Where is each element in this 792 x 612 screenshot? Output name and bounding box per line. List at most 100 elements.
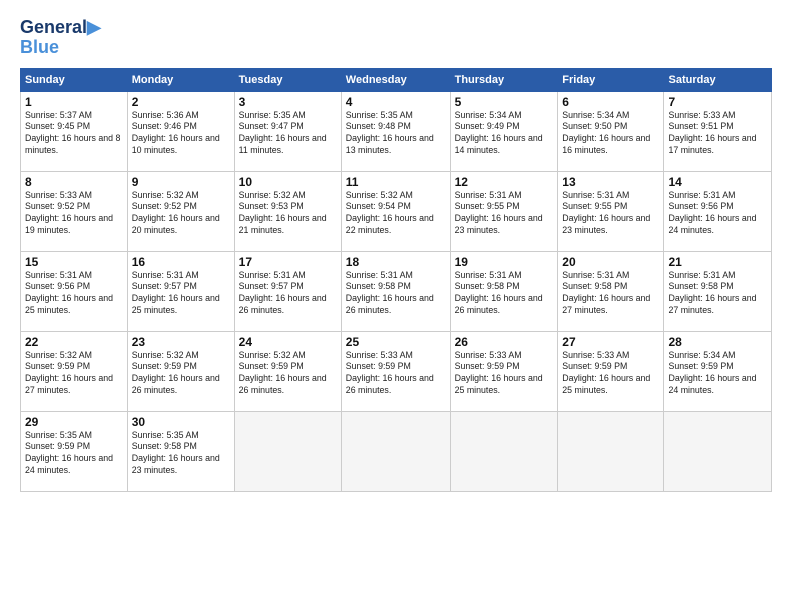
day-info: Sunrise: 5:31 AMSunset: 9:55 PMDaylight:…	[562, 190, 659, 238]
calendar-cell	[234, 411, 341, 491]
day-number: 6	[562, 95, 659, 109]
calendar-week-row: 29Sunrise: 5:35 AMSunset: 9:59 PMDayligh…	[21, 411, 772, 491]
day-info: Sunrise: 5:35 AMSunset: 9:59 PMDaylight:…	[25, 430, 123, 478]
calendar-cell	[450, 411, 558, 491]
day-info: Sunrise: 5:31 AMSunset: 9:58 PMDaylight:…	[346, 270, 446, 318]
day-info: Sunrise: 5:34 AMSunset: 9:50 PMDaylight:…	[562, 110, 659, 158]
day-number: 4	[346, 95, 446, 109]
day-number: 3	[239, 95, 337, 109]
calendar-cell: 23Sunrise: 5:32 AMSunset: 9:59 PMDayligh…	[127, 331, 234, 411]
day-number: 28	[668, 335, 767, 349]
calendar-cell: 7Sunrise: 5:33 AMSunset: 9:51 PMDaylight…	[664, 91, 772, 171]
calendar-cell: 24Sunrise: 5:32 AMSunset: 9:59 PMDayligh…	[234, 331, 341, 411]
calendar-cell	[664, 411, 772, 491]
day-number: 2	[132, 95, 230, 109]
day-info: Sunrise: 5:31 AMSunset: 9:56 PMDaylight:…	[25, 270, 123, 318]
calendar-cell: 15Sunrise: 5:31 AMSunset: 9:56 PMDayligh…	[21, 251, 128, 331]
day-number: 8	[25, 175, 123, 189]
calendar-header-row: SundayMondayTuesdayWednesdayThursdayFrid…	[21, 68, 772, 91]
day-number: 14	[668, 175, 767, 189]
day-number: 25	[346, 335, 446, 349]
day-number: 5	[455, 95, 554, 109]
calendar-week-row: 8Sunrise: 5:33 AMSunset: 9:52 PMDaylight…	[21, 171, 772, 251]
col-header-saturday: Saturday	[664, 68, 772, 91]
calendar-cell: 14Sunrise: 5:31 AMSunset: 9:56 PMDayligh…	[664, 171, 772, 251]
calendar-cell	[558, 411, 664, 491]
day-number: 21	[668, 255, 767, 269]
calendar-cell: 27Sunrise: 5:33 AMSunset: 9:59 PMDayligh…	[558, 331, 664, 411]
day-info: Sunrise: 5:35 AMSunset: 9:47 PMDaylight:…	[239, 110, 337, 158]
day-info: Sunrise: 5:36 AMSunset: 9:46 PMDaylight:…	[132, 110, 230, 158]
calendar-table: SundayMondayTuesdayWednesdayThursdayFrid…	[20, 68, 772, 492]
day-info: Sunrise: 5:33 AMSunset: 9:59 PMDaylight:…	[562, 350, 659, 398]
day-info: Sunrise: 5:33 AMSunset: 9:59 PMDaylight:…	[346, 350, 446, 398]
day-number: 18	[346, 255, 446, 269]
day-number: 10	[239, 175, 337, 189]
calendar-cell: 18Sunrise: 5:31 AMSunset: 9:58 PMDayligh…	[341, 251, 450, 331]
day-info: Sunrise: 5:31 AMSunset: 9:57 PMDaylight:…	[239, 270, 337, 318]
calendar-week-row: 1Sunrise: 5:37 AMSunset: 9:45 PMDaylight…	[21, 91, 772, 171]
day-info: Sunrise: 5:31 AMSunset: 9:58 PMDaylight:…	[668, 270, 767, 318]
day-number: 1	[25, 95, 123, 109]
day-info: Sunrise: 5:31 AMSunset: 9:57 PMDaylight:…	[132, 270, 230, 318]
calendar-cell: 22Sunrise: 5:32 AMSunset: 9:59 PMDayligh…	[21, 331, 128, 411]
calendar-cell: 25Sunrise: 5:33 AMSunset: 9:59 PMDayligh…	[341, 331, 450, 411]
calendar-cell: 19Sunrise: 5:31 AMSunset: 9:58 PMDayligh…	[450, 251, 558, 331]
day-info: Sunrise: 5:31 AMSunset: 9:55 PMDaylight:…	[455, 190, 554, 238]
calendar-cell: 5Sunrise: 5:34 AMSunset: 9:49 PMDaylight…	[450, 91, 558, 171]
day-info: Sunrise: 5:32 AMSunset: 9:59 PMDaylight:…	[132, 350, 230, 398]
calendar-cell: 16Sunrise: 5:31 AMSunset: 9:57 PMDayligh…	[127, 251, 234, 331]
day-info: Sunrise: 5:32 AMSunset: 9:59 PMDaylight:…	[239, 350, 337, 398]
day-info: Sunrise: 5:32 AMSunset: 9:59 PMDaylight:…	[25, 350, 123, 398]
calendar-cell: 17Sunrise: 5:31 AMSunset: 9:57 PMDayligh…	[234, 251, 341, 331]
day-number: 16	[132, 255, 230, 269]
day-number: 15	[25, 255, 123, 269]
day-number: 9	[132, 175, 230, 189]
day-info: Sunrise: 5:34 AMSunset: 9:49 PMDaylight:…	[455, 110, 554, 158]
day-number: 7	[668, 95, 767, 109]
logo: General▶Blue	[20, 18, 101, 58]
day-info: Sunrise: 5:31 AMSunset: 9:58 PMDaylight:…	[562, 270, 659, 318]
day-number: 24	[239, 335, 337, 349]
calendar-week-row: 22Sunrise: 5:32 AMSunset: 9:59 PMDayligh…	[21, 331, 772, 411]
col-header-sunday: Sunday	[21, 68, 128, 91]
day-info: Sunrise: 5:32 AMSunset: 9:53 PMDaylight:…	[239, 190, 337, 238]
day-number: 17	[239, 255, 337, 269]
day-info: Sunrise: 5:33 AMSunset: 9:51 PMDaylight:…	[668, 110, 767, 158]
calendar-cell: 10Sunrise: 5:32 AMSunset: 9:53 PMDayligh…	[234, 171, 341, 251]
page-header: General▶Blue	[20, 18, 772, 58]
day-number: 19	[455, 255, 554, 269]
calendar-cell: 20Sunrise: 5:31 AMSunset: 9:58 PMDayligh…	[558, 251, 664, 331]
calendar-cell: 29Sunrise: 5:35 AMSunset: 9:59 PMDayligh…	[21, 411, 128, 491]
calendar-cell: 2Sunrise: 5:36 AMSunset: 9:46 PMDaylight…	[127, 91, 234, 171]
calendar-cell: 12Sunrise: 5:31 AMSunset: 9:55 PMDayligh…	[450, 171, 558, 251]
day-number: 13	[562, 175, 659, 189]
calendar-cell: 11Sunrise: 5:32 AMSunset: 9:54 PMDayligh…	[341, 171, 450, 251]
calendar-cell: 4Sunrise: 5:35 AMSunset: 9:48 PMDaylight…	[341, 91, 450, 171]
col-header-friday: Friday	[558, 68, 664, 91]
day-info: Sunrise: 5:35 AMSunset: 9:48 PMDaylight:…	[346, 110, 446, 158]
day-number: 12	[455, 175, 554, 189]
calendar-cell: 8Sunrise: 5:33 AMSunset: 9:52 PMDaylight…	[21, 171, 128, 251]
day-info: Sunrise: 5:33 AMSunset: 9:59 PMDaylight:…	[455, 350, 554, 398]
calendar-cell: 26Sunrise: 5:33 AMSunset: 9:59 PMDayligh…	[450, 331, 558, 411]
day-info: Sunrise: 5:33 AMSunset: 9:52 PMDaylight:…	[25, 190, 123, 238]
calendar-cell: 9Sunrise: 5:32 AMSunset: 9:52 PMDaylight…	[127, 171, 234, 251]
calendar-cell: 1Sunrise: 5:37 AMSunset: 9:45 PMDaylight…	[21, 91, 128, 171]
day-info: Sunrise: 5:31 AMSunset: 9:56 PMDaylight:…	[668, 190, 767, 238]
day-number: 23	[132, 335, 230, 349]
calendar-cell: 30Sunrise: 5:35 AMSunset: 9:58 PMDayligh…	[127, 411, 234, 491]
calendar-cell: 28Sunrise: 5:34 AMSunset: 9:59 PMDayligh…	[664, 331, 772, 411]
day-number: 30	[132, 415, 230, 429]
calendar-cell	[341, 411, 450, 491]
col-header-monday: Monday	[127, 68, 234, 91]
day-number: 11	[346, 175, 446, 189]
day-info: Sunrise: 5:35 AMSunset: 9:58 PMDaylight:…	[132, 430, 230, 478]
col-header-wednesday: Wednesday	[341, 68, 450, 91]
calendar-cell: 13Sunrise: 5:31 AMSunset: 9:55 PMDayligh…	[558, 171, 664, 251]
day-info: Sunrise: 5:32 AMSunset: 9:52 PMDaylight:…	[132, 190, 230, 238]
calendar-cell: 3Sunrise: 5:35 AMSunset: 9:47 PMDaylight…	[234, 91, 341, 171]
day-info: Sunrise: 5:37 AMSunset: 9:45 PMDaylight:…	[25, 110, 123, 158]
day-number: 22	[25, 335, 123, 349]
day-number: 29	[25, 415, 123, 429]
